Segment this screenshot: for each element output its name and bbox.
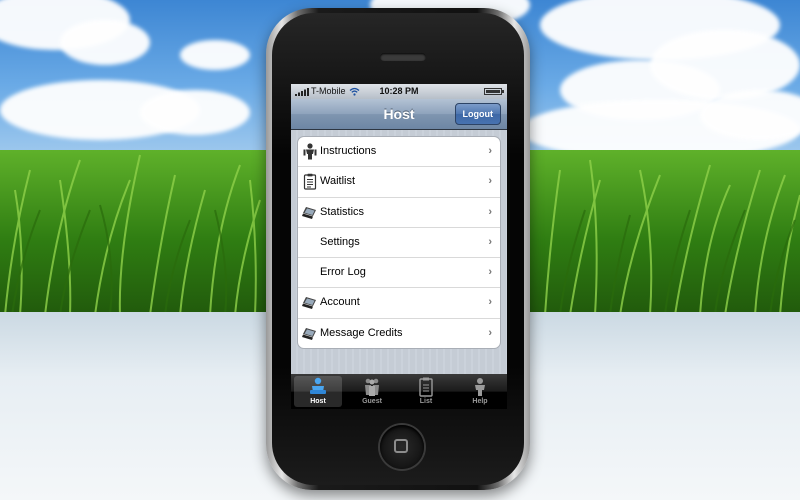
speaker-grille (380, 53, 426, 61)
tab-help[interactable]: Help (453, 374, 507, 409)
menu-item-account[interactable]: Account › (298, 288, 500, 319)
menu-item-statistics[interactable]: Statistics › (298, 198, 500, 228)
menu-item-waitlist[interactable]: Waitlist › (298, 167, 500, 198)
chevron-right-icon: › (488, 266, 492, 279)
home-button[interactable] (380, 425, 424, 469)
menu-item-label: Instructions (320, 145, 377, 157)
menu-item-label: Message Credits (320, 326, 403, 339)
phone-screen: T-Mobile 10:28 PM Host Logout Instructio… (291, 84, 507, 409)
chevron-right-icon: › (488, 326, 492, 339)
menu-list: Instructions › Waitlist › Statistics › S… (297, 136, 501, 350)
menu-item-label: Account (320, 296, 360, 309)
laptop-icon (302, 327, 316, 340)
chevron-right-icon: › (488, 235, 492, 248)
tab-label: Guest (362, 398, 382, 405)
logout-button[interactable]: Logout (454, 103, 501, 125)
home-square-icon (394, 439, 408, 453)
person-icon (303, 143, 317, 160)
chevron-right-icon: › (488, 145, 492, 157)
clipboard-icon (303, 174, 317, 190)
menu-item-label: Statistics (320, 205, 365, 218)
list-icon (419, 377, 433, 397)
menu-item-instructions[interactable]: Instructions › (298, 137, 500, 168)
tab-label: Help (472, 398, 488, 405)
chevron-right-icon: › (488, 175, 492, 188)
tab-list[interactable]: List (399, 374, 453, 409)
laptop-icon (302, 297, 316, 310)
tab-label: List (419, 398, 433, 405)
menu-item-message-credits[interactable]: Message Credits › (298, 319, 500, 348)
content-area: Instructions › Waitlist › Statistics › S… (291, 130, 507, 374)
navigation-bar: Host Logout (291, 99, 507, 130)
menu-item-settings[interactable]: Settings › (298, 228, 500, 259)
tab-label: Host (310, 398, 326, 405)
status-time: 10:28 PM (379, 86, 419, 96)
menu-item-label: Waitlist (320, 175, 356, 188)
menu-item-error-log[interactable]: Error Log › (298, 258, 500, 289)
tab-bar: Host Guest List Help (291, 374, 507, 409)
group-icon (365, 378, 379, 396)
menu-item-label: Settings (320, 235, 360, 248)
host-icon (310, 377, 326, 394)
laptop-icon (302, 206, 316, 219)
status-bar: T-Mobile 10:28 PM (291, 84, 507, 99)
chevron-right-icon: › (488, 296, 492, 309)
help-icon (475, 378, 485, 396)
battery-icon (484, 88, 504, 95)
tab-guest[interactable]: Guest (345, 374, 399, 409)
chevron-right-icon: › (488, 205, 492, 218)
tab-host[interactable]: Host (291, 374, 345, 409)
menu-item-label: Error Log (320, 266, 366, 279)
